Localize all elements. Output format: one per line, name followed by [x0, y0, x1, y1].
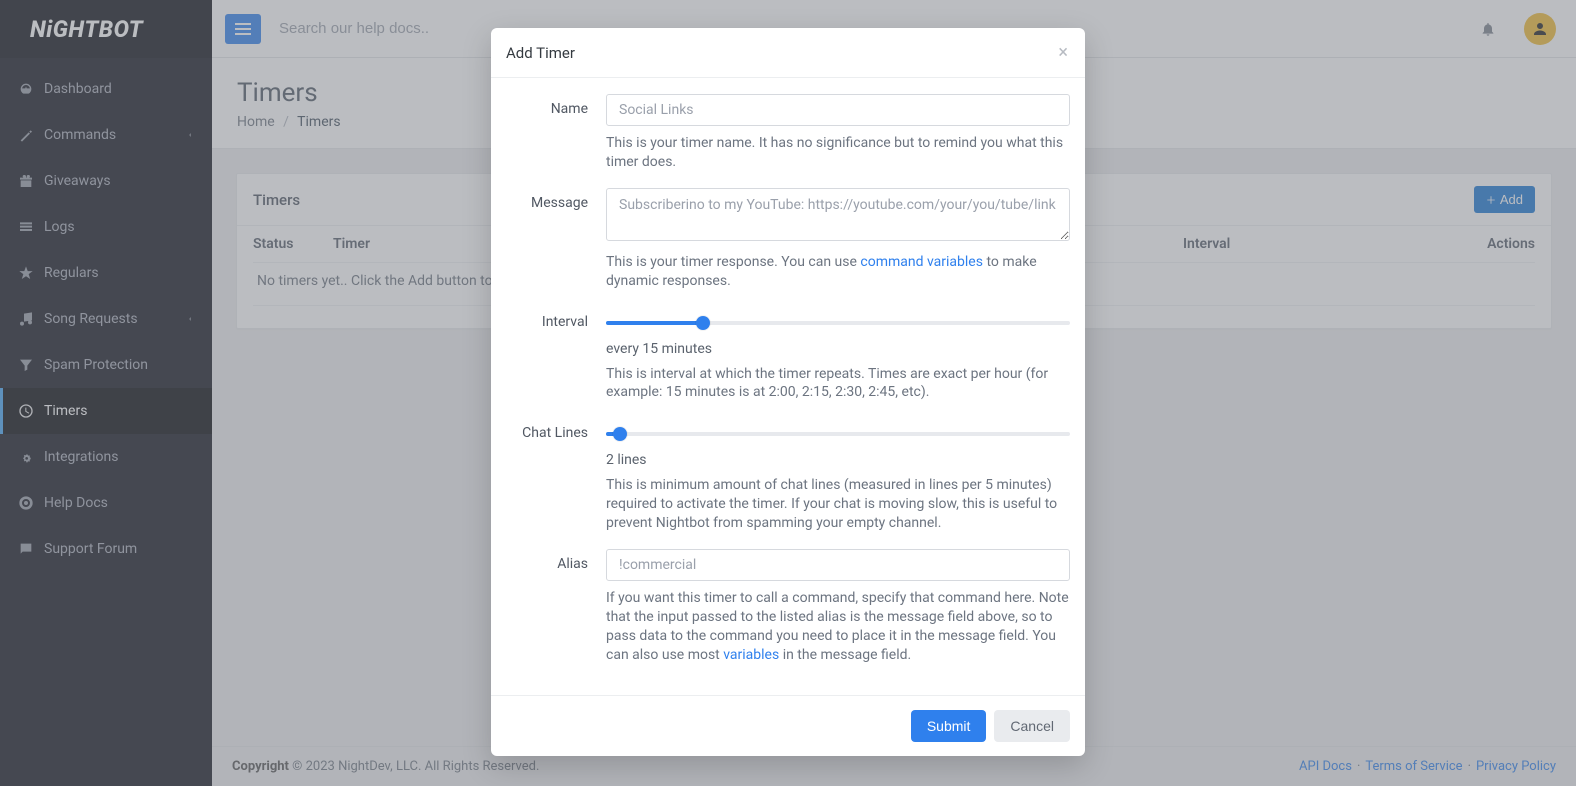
chat-lines-value: 2 lines	[606, 452, 1070, 468]
alias-help: If you want this timer to call a command…	[606, 589, 1070, 665]
command-variables-link[interactable]: command variables	[860, 254, 983, 270]
variables-link[interactable]: variables	[723, 647, 779, 663]
interval-label: Interval	[506, 307, 606, 403]
interval-slider[interactable]	[606, 315, 1070, 331]
interval-help: This is interval at which the timer repe…	[606, 365, 1070, 403]
submit-button[interactable]: Submit	[911, 710, 987, 742]
message-label: Message	[506, 188, 606, 291]
modal-title: Add Timer	[506, 44, 575, 62]
name-label: Name	[506, 94, 606, 172]
alias-label: Alias	[506, 549, 606, 665]
message-help: This is your timer response. You can use…	[606, 253, 1070, 291]
cancel-button[interactable]: Cancel	[994, 710, 1070, 742]
name-help: This is your timer name. It has no signi…	[606, 134, 1070, 172]
chat-lines-slider[interactable]	[606, 426, 1070, 442]
message-field[interactable]	[606, 188, 1070, 241]
interval-value: every 15 minutes	[606, 341, 1070, 357]
name-field[interactable]	[606, 94, 1070, 126]
alias-field[interactable]	[606, 549, 1070, 581]
close-icon[interactable]: ×	[1056, 42, 1070, 63]
add-timer-modal: Add Timer × Name This is your timer name…	[491, 28, 1085, 756]
chat-lines-label: Chat Lines	[506, 418, 606, 533]
chat-lines-help: This is minimum amount of chat lines (me…	[606, 476, 1070, 533]
